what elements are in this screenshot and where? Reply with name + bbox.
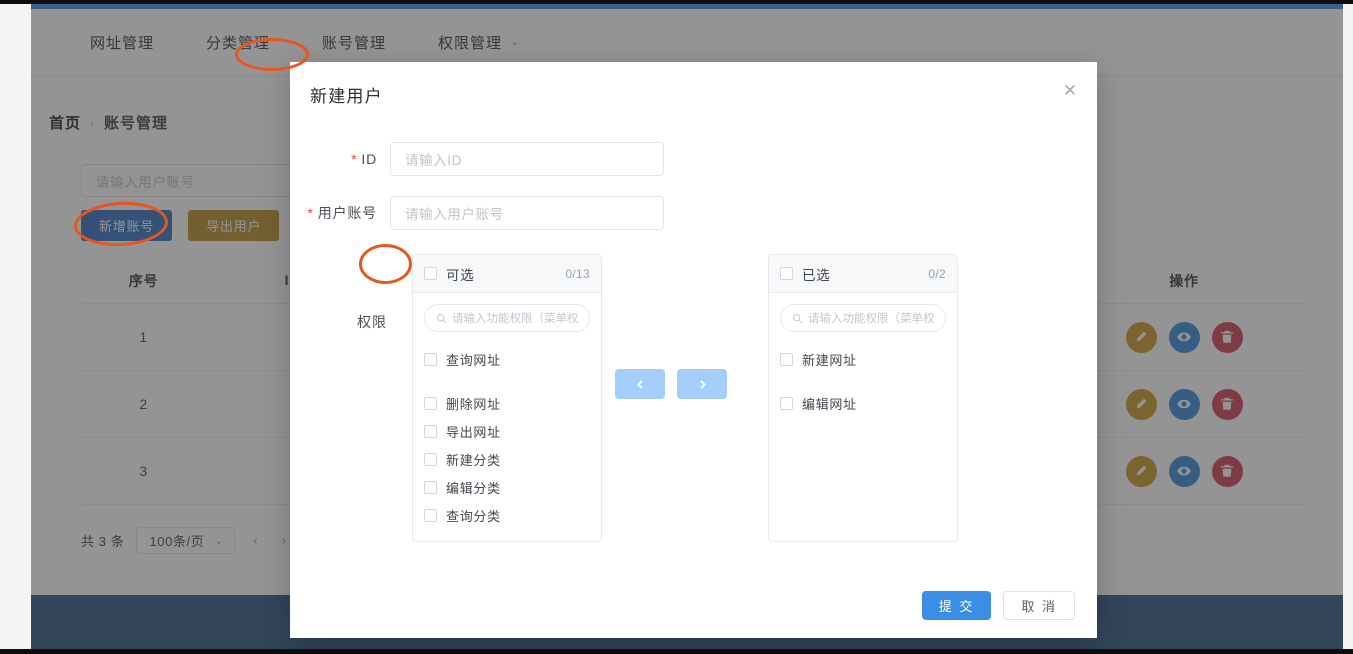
transfer-to-right-button[interactable] [677, 369, 727, 399]
submit-label: 提 交 [938, 599, 975, 614]
window-left-gutter [0, 4, 31, 649]
select-all-selected-checkbox[interactable] [780, 267, 793, 280]
transfer-available-title: 可选 [446, 267, 475, 283]
account-input-placeholder: 请输入用户账号 [405, 207, 504, 222]
search-icon [436, 313, 447, 323]
id-input[interactable]: 请输入ID [390, 142, 664, 176]
list-item-label: 删除网址 [446, 396, 501, 412]
item-checkbox[interactable] [780, 352, 793, 366]
transfer-available-header: 可选 0/13 [413, 255, 601, 293]
screen-root: 网址管理 分类管理 账号管理 权限管理 ⌄ 首页 › 账号管理 请输 [0, 0, 1353, 654]
field-label-account: * 用户账号 [290, 203, 390, 223]
form-row-id: * ID 请输入ID [290, 142, 664, 176]
select-all-available-checkbox[interactable] [424, 267, 437, 280]
item-checkbox[interactable] [424, 508, 437, 522]
dialog-footer: 提 交 取 消 [921, 591, 1075, 620]
chevron-right-icon [699, 379, 706, 389]
item-checkbox[interactable] [424, 396, 437, 410]
list-item-label: 编辑网址 [802, 396, 857, 412]
required-marker: * [351, 151, 358, 167]
id-input-placeholder: 请输入ID [405, 153, 462, 168]
field-label-account-text: 用户账号 [317, 205, 377, 221]
dialog-title: 新建用户 [310, 87, 383, 106]
transfer-selected-header: 已选 0/2 [769, 255, 957, 293]
list-item-label: 新建分类 [446, 452, 501, 468]
transfer-to-left-button[interactable] [615, 369, 665, 399]
list-item[interactable]: 新建分类 [424, 445, 590, 473]
form-row-account: * 用户账号 请输入用户账号 [290, 196, 664, 230]
transfer-controls [615, 369, 727, 399]
transfer-available-count: 0/13 [565, 266, 590, 281]
field-label-id-text: ID [361, 151, 377, 167]
new-user-dialog: 新建用户 ✕ * ID 请输入ID * 用户账号 请输入用户账号 权限 可选 0… [290, 62, 1097, 638]
search-icon [792, 313, 803, 323]
list-item-label: 查询分类 [446, 508, 501, 524]
field-label-id: * ID [290, 151, 390, 167]
list-item-label: 编辑分类 [446, 480, 501, 496]
item-checkbox[interactable] [424, 352, 437, 366]
item-checkbox[interactable] [424, 480, 437, 494]
item-checkbox[interactable] [424, 424, 437, 438]
field-label-permissions: 权限 [357, 314, 387, 330]
chevron-left-icon [636, 379, 643, 389]
close-icon[interactable]: ✕ [1060, 80, 1080, 100]
available-search-placeholder: 请输入功能权限（菜单权 [452, 313, 579, 325]
window-right-gutter [1343, 4, 1353, 649]
list-item[interactable]: 查询网址 [424, 345, 590, 373]
list-item-label: 新建网址 [802, 352, 857, 368]
cancel-label: 取 消 [1021, 599, 1057, 614]
item-checkbox[interactable] [424, 452, 437, 466]
list-item[interactable]: 查询分类 [424, 501, 590, 529]
selected-search-placeholder: 请输入功能权限（菜单权 [808, 313, 935, 325]
required-marker: * [307, 205, 314, 221]
cancel-button[interactable]: 取 消 [1003, 591, 1075, 620]
selected-list: 新建网址 编辑网址 [780, 332, 946, 417]
list-item[interactable]: 删除网址 [424, 389, 590, 417]
list-item[interactable]: 编辑网址 [780, 389, 946, 417]
window-bottom-border [0, 649, 1353, 654]
transfer-selected-body: 请输入功能权限（菜单权 新建网址 编辑网址 [769, 293, 957, 417]
list-item-label: 导出网址 [446, 424, 501, 440]
transfer-available-body: 请输入功能权限（菜单权 查询网址 删除网址 导出网址 新建分类 编辑分类 查询分… [413, 293, 601, 529]
list-item-label: 查询网址 [446, 352, 501, 368]
selected-search-input[interactable]: 请输入功能权限（菜单权 [780, 304, 946, 332]
transfer-available-panel: 可选 0/13 请输入功能权限（菜单权 查询网址 删除网址 导出网址 新建分类 … [412, 254, 602, 542]
list-item[interactable]: 导出网址 [424, 417, 590, 445]
available-list: 查询网址 删除网址 导出网址 新建分类 编辑分类 查询分类 [424, 332, 590, 529]
item-checkbox[interactable] [780, 396, 793, 410]
account-input[interactable]: 请输入用户账号 [390, 196, 664, 230]
transfer-selected-title: 已选 [802, 267, 831, 283]
available-search-input[interactable]: 请输入功能权限（菜单权 [424, 304, 590, 332]
submit-button[interactable]: 提 交 [921, 591, 992, 620]
transfer-selected-panel: 已选 0/2 请输入功能权限（菜单权 新建网址 编辑网址 [768, 254, 958, 542]
list-item[interactable]: 新建网址 [780, 345, 946, 373]
transfer-selected-count: 0/2 [928, 266, 946, 281]
list-item[interactable]: 编辑分类 [424, 473, 590, 501]
